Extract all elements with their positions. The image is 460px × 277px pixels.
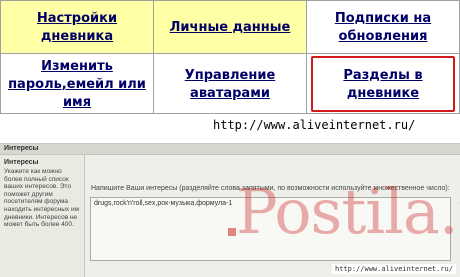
interests-sidebar-title: Интересы (4, 159, 39, 166)
diary-settings-link[interactable]: Настройки дневника (37, 11, 117, 44)
interests-main: Напишите Ваши интересы (разделяйте слова… (85, 155, 460, 277)
manage-avatars-link[interactable]: Управление аватарами (185, 68, 276, 101)
watermark-pin-icon (228, 228, 236, 236)
nav-cell-diary-settings[interactable]: Настройки дневника (0, 0, 154, 54)
nav-cell-avatars[interactable]: Управление аватарами (153, 53, 307, 114)
interests-sidebar: Интересы Укажите как можно более полный … (0, 155, 85, 277)
nav-cell-change-password[interactable]: Изменить пароль,емейл или имя (0, 53, 154, 114)
nav-cell-subscriptions[interactable]: Подписки на обновления (306, 0, 460, 54)
interests-prompt: Напишите Ваши интересы (разделяйте слова… (91, 185, 450, 192)
source-url-top: http://www.aliveinternet.ru/ (213, 118, 416, 132)
settings-nav-table: Настройки дневника Личные данные Подписк… (0, 0, 460, 114)
personal-data-link[interactable]: Личные данные (170, 20, 291, 35)
nav-cell-personal-data[interactable]: Личные данные (153, 0, 307, 54)
nav-row-1: Настройки дневника Личные данные Подписк… (0, 0, 460, 54)
diary-sections-link[interactable]: Разделы в дневнике (343, 68, 422, 101)
interests-form-panel: Интересы Интересы Укажите как можно боле… (0, 143, 460, 277)
source-url-bottom: http://www.aliveinternet.ru/ (331, 264, 456, 274)
subscriptions-link[interactable]: Подписки на обновления (335, 11, 431, 44)
change-password-link[interactable]: Изменить пароль,емейл или имя (8, 59, 146, 110)
nav-row-2: Изменить пароль,емейл или имя Управление… (0, 53, 460, 114)
panel-header: Интересы (0, 144, 460, 155)
diary-sections-highlight: Разделы в дневнике (311, 55, 455, 112)
nav-cell-diary-sections[interactable]: Разделы в дневнике (306, 53, 460, 114)
interests-help-text: Укажите как можно более полный список ва… (4, 168, 80, 229)
interests-textarea[interactable]: drugs,rock'n'roll,sex,рок-музыка,формула… (90, 197, 451, 261)
